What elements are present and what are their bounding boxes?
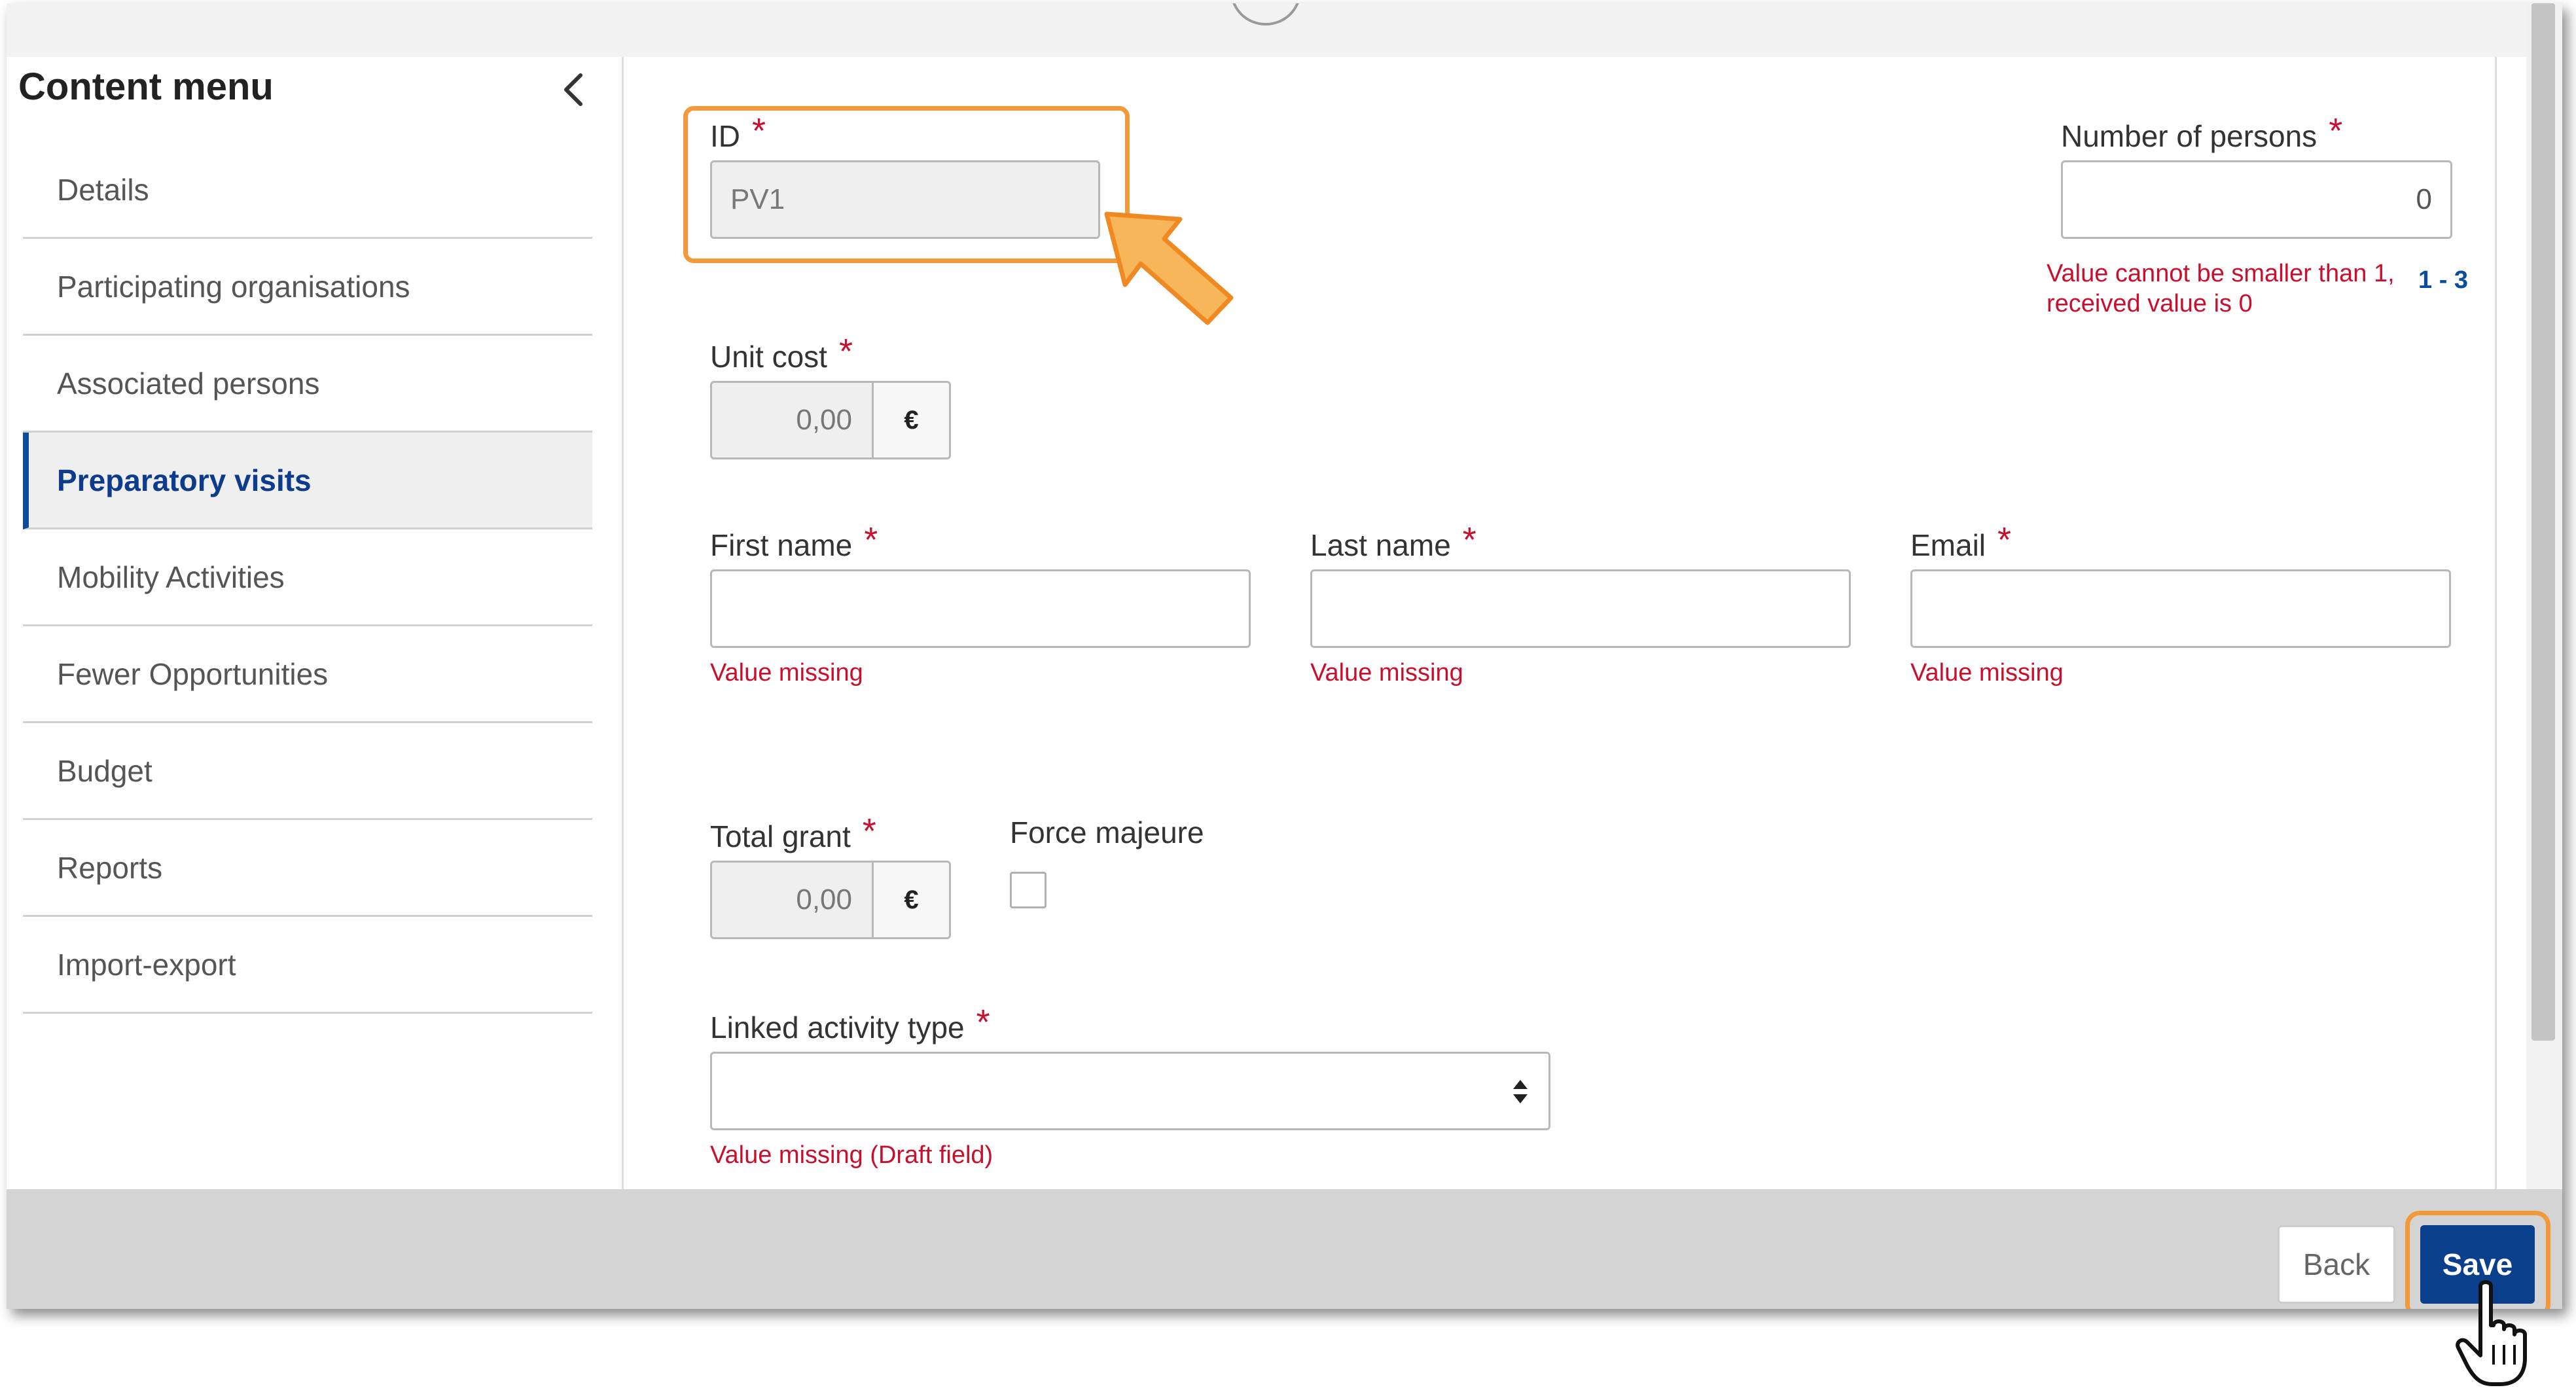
- first-name-error: Value missing: [710, 659, 863, 687]
- sidebar-item-budget[interactable]: Budget: [23, 723, 592, 820]
- app-window: Content menu Details Participating organ…: [7, 3, 2562, 1309]
- sidebar-item-preparatory-visits[interactable]: Preparatory visits: [23, 433, 592, 529]
- total-grant-value: 0,00: [710, 861, 874, 939]
- sidebar-item-label: Fewer Opportunities: [57, 656, 329, 691]
- sidebar-item-label: Preparatory visits: [57, 463, 312, 497]
- last-name-field[interactable]: [1310, 569, 1851, 648]
- force-majeure-label: Force majeure: [1010, 815, 1204, 849]
- sidebar-item-label: Import-export: [57, 947, 236, 982]
- number-of-persons-label: Number of persons *: [2061, 111, 2343, 153]
- sidebar-item-label: Budget: [57, 753, 152, 788]
- sidebar-item-import-export[interactable]: Import-export: [23, 917, 592, 1014]
- sidebar-item-fewer-opportunities[interactable]: Fewer Opportunities: [23, 626, 592, 723]
- email-label: Email *: [1910, 520, 2012, 562]
- chevron-left-icon: [564, 73, 582, 106]
- number-of-persons-range: 1 - 3: [2418, 266, 2469, 294]
- sidebar-item-mobility-activities[interactable]: Mobility Activities: [23, 529, 592, 626]
- top-handle: [1230, 3, 1301, 26]
- linked-activity-type-error: Value missing (Draft field): [710, 1141, 993, 1169]
- unit-cost-label: Unit cost *: [710, 332, 853, 374]
- sidebar-item-label: Reports: [57, 850, 163, 885]
- menu-list: Details Participating organisations Asso…: [23, 142, 592, 1014]
- select-arrows-icon: [1513, 1080, 1528, 1103]
- unit-cost-currency: €: [874, 381, 951, 459]
- id-field[interactable]: [710, 160, 1100, 239]
- first-name-label: First name *: [710, 520, 878, 562]
- sidebar-item-associated-persons[interactable]: Associated persons: [23, 336, 592, 433]
- sidebar-item-details[interactable]: Details: [23, 142, 592, 239]
- number-of-persons-field[interactable]: [2061, 160, 2452, 239]
- id-label: ID *: [710, 111, 766, 153]
- unit-cost-field[interactable]: 0,00 €: [710, 381, 951, 459]
- sidebar-item-reports[interactable]: Reports: [23, 820, 592, 917]
- preparatory-visit-form: ID* Number of persons* Value cannot be s…: [659, 57, 2497, 1189]
- sidebar-item-label: Mobility Activities: [57, 560, 285, 594]
- total-grant-field[interactable]: 0,00 €: [710, 861, 951, 939]
- linked-activity-type-label: Linked activity type *: [710, 1003, 990, 1045]
- linked-activity-type-select[interactable]: [710, 1052, 1550, 1130]
- email-error: Value missing: [1910, 659, 2064, 687]
- total-grant-currency: €: [874, 861, 951, 939]
- hand-pointer-icon: [2456, 1280, 2527, 1386]
- sidebar-item-label: Participating organisations: [57, 269, 410, 304]
- sidebar-item-participating-organisations[interactable]: Participating organisations: [23, 239, 592, 336]
- unit-cost-value: 0,00: [710, 381, 874, 459]
- number-of-persons-error: Value cannot be smaller than 1, received …: [2047, 260, 2395, 317]
- collapse-sidebar-button[interactable]: [550, 67, 596, 113]
- first-name-field[interactable]: [710, 569, 1251, 648]
- force-majeure-checkbox[interactable]: [1010, 872, 1046, 908]
- total-grant-label: Total grant *: [710, 812, 876, 853]
- back-button[interactable]: Back: [2278, 1225, 2395, 1304]
- sidebar-item-label: Associated persons: [57, 366, 320, 401]
- scrollbar-thumb[interactable]: [2531, 3, 2555, 1041]
- last-name-error: Value missing: [1310, 659, 1463, 687]
- email-field[interactable]: [1910, 569, 2451, 648]
- sidebar-title: Content menu: [18, 65, 274, 108]
- arrow-callout-icon: [1104, 211, 1234, 325]
- footer-bar: Back Save: [7, 1189, 2562, 1309]
- top-strip: [7, 3, 2526, 57]
- last-name-label: Last name *: [1310, 520, 1476, 562]
- sidebar-item-label: Details: [57, 172, 149, 207]
- content-menu-sidebar: Content menu Details Participating organ…: [7, 57, 624, 1189]
